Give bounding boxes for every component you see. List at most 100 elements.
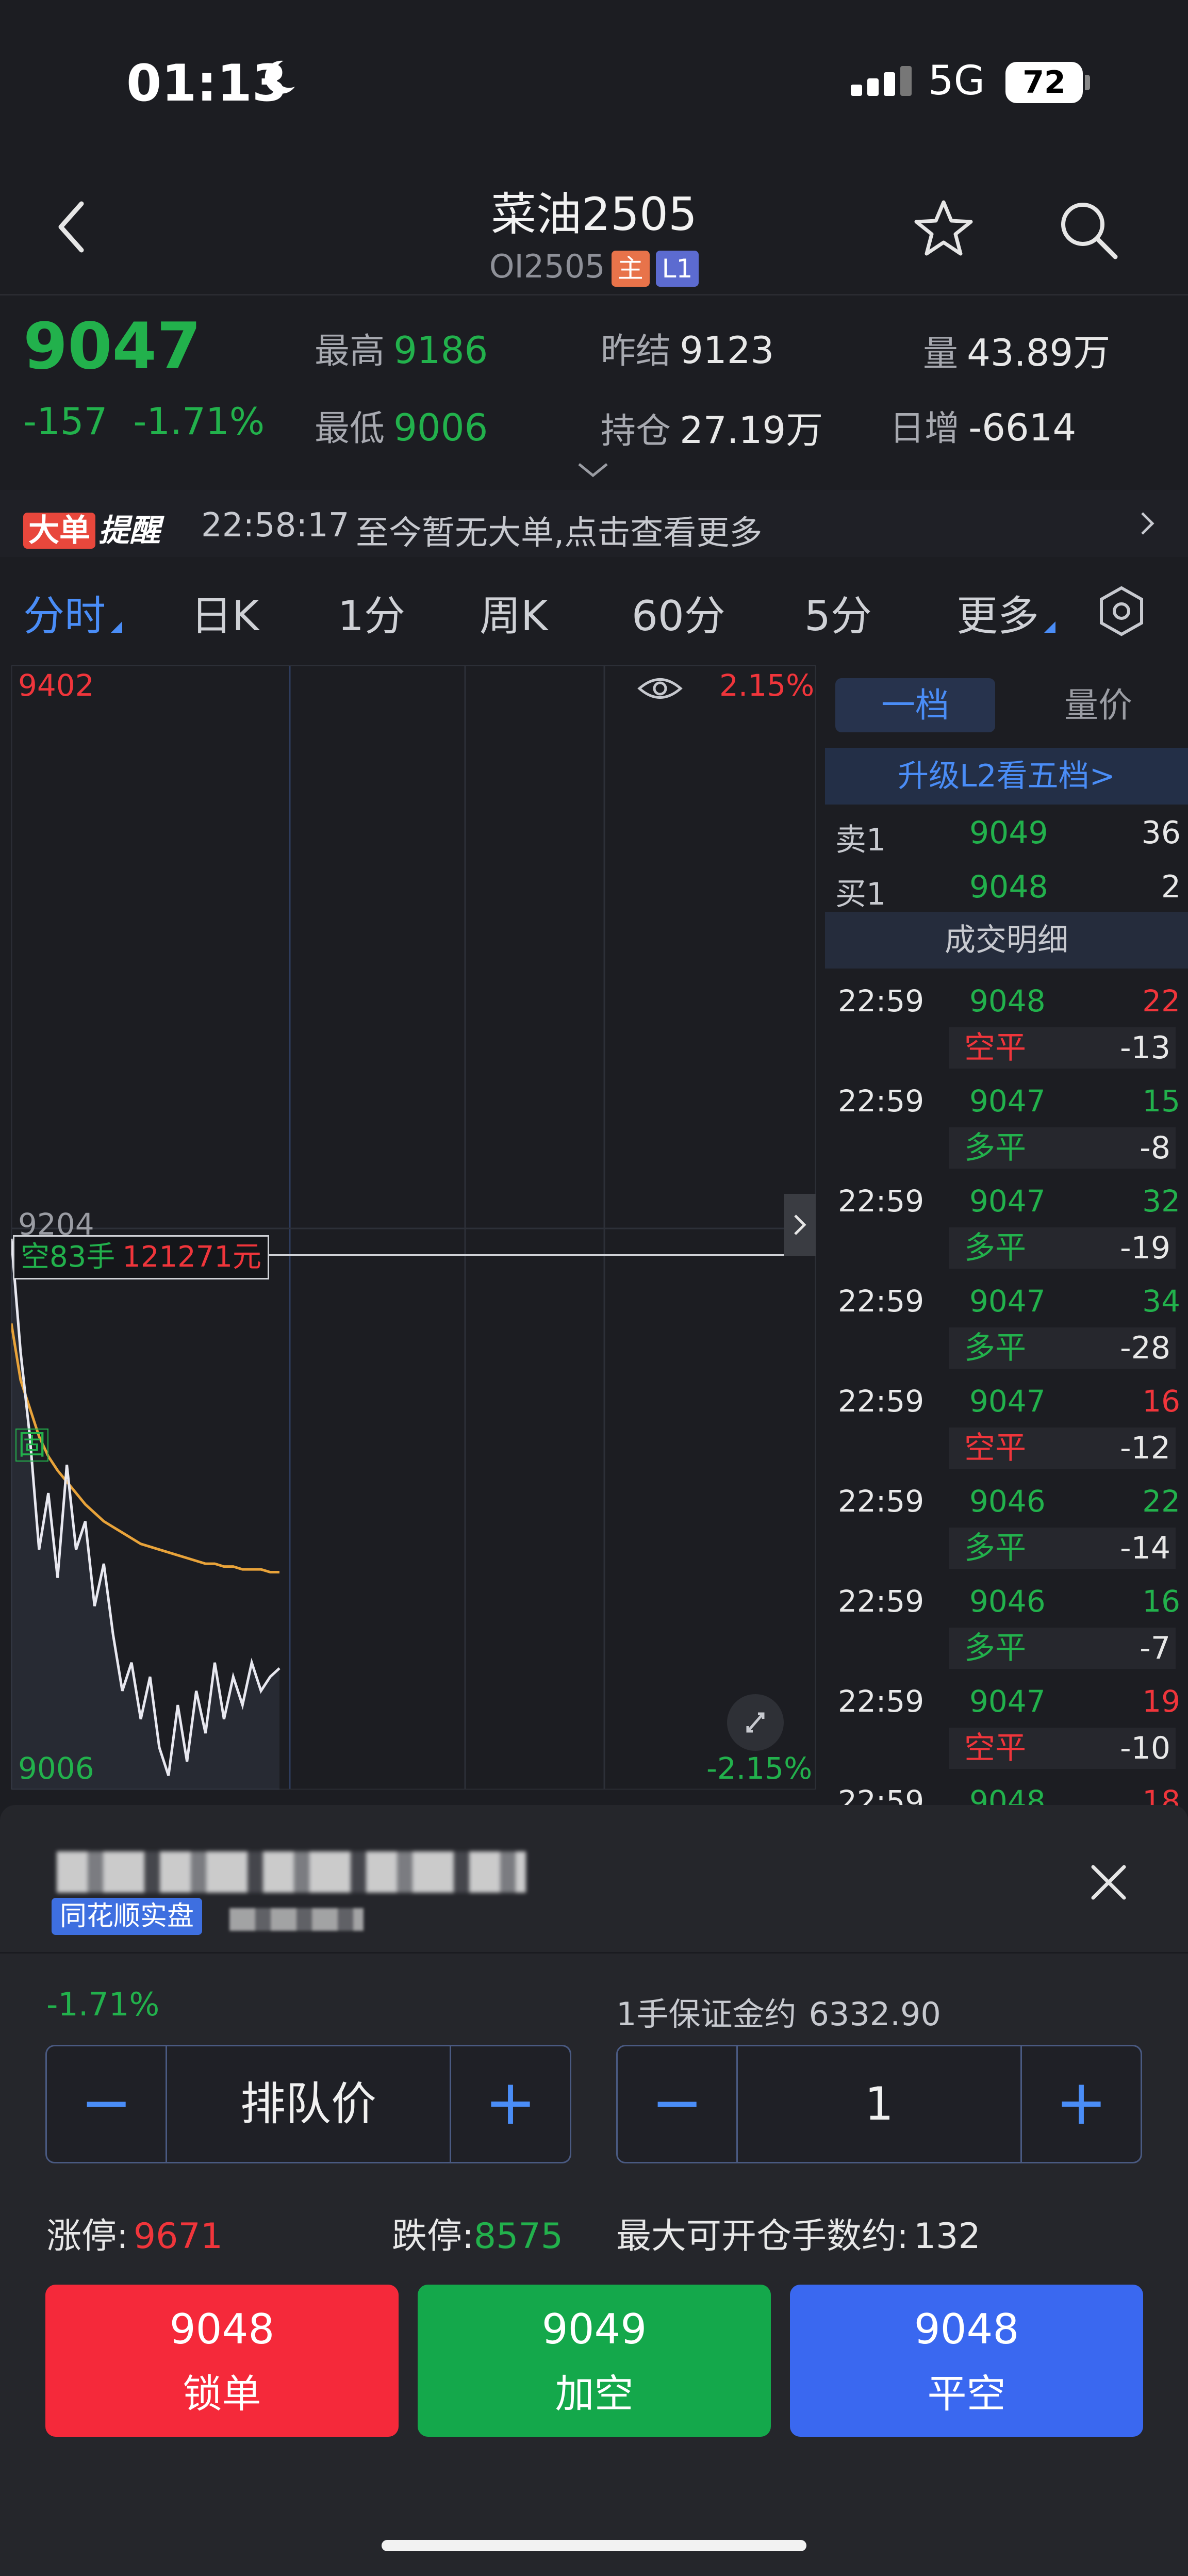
- axis-price-top: 9402: [18, 668, 94, 703]
- tab-weekly-k[interactable]: 周K: [480, 583, 548, 643]
- upgrade-l2-link[interactable]: 升级L2看五档>: [825, 748, 1188, 805]
- tab-more-dropdown-indicator: [1044, 621, 1055, 633]
- position-line: [253, 1254, 815, 1256]
- low-label: 最低: [315, 408, 385, 449]
- tab-volume-price[interactable]: 量价: [1021, 678, 1176, 732]
- trade-oi-delta: -12: [1120, 1430, 1170, 1466]
- block-order-badge: 大单 提醒: [23, 505, 160, 549]
- search-icon[interactable]: [1054, 196, 1121, 263]
- favorite-star-icon[interactable]: [910, 196, 977, 263]
- settings-hexagon-icon[interactable]: [1093, 583, 1150, 639]
- trade-type-row: 空平 -12: [949, 1428, 1176, 1469]
- trade-qty: 15: [1142, 1084, 1180, 1119]
- chart-background: [11, 665, 816, 1790]
- tab-intraday[interactable]: 分时: [23, 583, 106, 643]
- limit-down-value: 8575: [473, 2216, 563, 2257]
- price-increase-button[interactable]: +: [451, 2046, 570, 2162]
- tab-dropdown-indicator: [111, 621, 122, 633]
- trade-type-row: 多平 -8: [949, 1127, 1176, 1169]
- close-short-button[interactable]: 9048 平空: [790, 2285, 1143, 2437]
- trade-type: 多平: [964, 1130, 1026, 1166]
- quantity-increase-button[interactable]: +: [1022, 2046, 1141, 2162]
- daily-change-stat: 日增 -6614: [889, 400, 1076, 451]
- chevron-right-icon: [1141, 512, 1154, 535]
- bid-label: 买1: [835, 876, 886, 912]
- limit-up: 涨停: 9671: [46, 2207, 223, 2258]
- main-contract-tag: 主: [611, 250, 650, 287]
- quantity-field[interactable]: 1: [736, 2046, 1022, 2162]
- price-decrease-button[interactable]: −: [47, 2046, 166, 2162]
- trade-type-row: 空平 -13: [949, 1027, 1176, 1069]
- trade-oi-delta: -8: [1140, 1130, 1170, 1166]
- fullscreen-icon[interactable]: [727, 1694, 784, 1751]
- chart-side-toggle[interactable]: [784, 1194, 816, 1256]
- close-icon[interactable]: [1083, 1857, 1134, 1908]
- tab-5min[interactable]: 5分: [804, 583, 872, 643]
- margin-info: 1手保证金约 6332.90: [616, 1988, 941, 2034]
- prev-settle-stat: 昨结 9123: [601, 322, 774, 373]
- lock-order-button[interactable]: 9048 锁单: [45, 2285, 399, 2437]
- eye-icon[interactable]: [637, 670, 683, 707]
- home-indicator[interactable]: [382, 2540, 806, 2551]
- trade-price: 9047: [969, 1184, 1046, 1219]
- trade-row: 22:59 9048 22: [825, 977, 1188, 1027]
- ask-row: 卖1 9049 36: [835, 810, 1181, 861]
- trade-price: 9046: [969, 1484, 1046, 1519]
- redacted-account-name: [57, 1851, 526, 1893]
- high-stat: 最高 9186: [315, 322, 488, 373]
- trade-type-row: 多平 -14: [949, 1528, 1176, 1569]
- position-qty: 空83手: [21, 1240, 116, 1274]
- network-label: 5G: [928, 58, 985, 104]
- trade-oi-delta: -7: [1140, 1630, 1170, 1666]
- trade-qty: 22: [1142, 1484, 1180, 1519]
- level-tag: L1: [655, 250, 699, 287]
- trade-time: 22:59: [838, 1684, 925, 1719]
- trade-type: 多平: [964, 1330, 1026, 1366]
- tab-daily-k[interactable]: 日K: [191, 583, 259, 643]
- trade-type: 多平: [964, 1230, 1026, 1266]
- button-price: 9048: [914, 2305, 1019, 2353]
- fixed-marker: 固: [15, 1429, 48, 1462]
- price-mode-field[interactable]: 排队价: [166, 2046, 451, 2162]
- low-stat: 最低 9006: [315, 400, 488, 451]
- trade-row: 22:59 9047 16: [825, 1377, 1188, 1428]
- trade-oi-delta: -13: [1120, 1030, 1170, 1066]
- limit-up-label: 涨停:: [46, 2216, 128, 2257]
- open-interest-stat: 持仓 27.19万: [601, 400, 823, 454]
- trade-type: 空平: [964, 1730, 1026, 1766]
- bid-row: 买1 9048 2: [835, 864, 1181, 915]
- price-stepper: − 排队价 +: [45, 2045, 571, 2163]
- intraday-chart[interactable]: [11, 665, 816, 1790]
- prev-settle-value: 9123: [680, 329, 774, 372]
- change-percent: -1.71%: [133, 400, 265, 443]
- quantity-decrease-button[interactable]: −: [618, 2046, 736, 2162]
- add-short-button[interactable]: 9049 加空: [418, 2285, 771, 2437]
- trade-row: 22:59 9046 16: [825, 1578, 1188, 1628]
- tab-level1[interactable]: 一档: [835, 678, 995, 732]
- contract-subtitle: OI2505 主 L1: [0, 248, 1188, 287]
- bid-qty: 2: [1161, 869, 1181, 905]
- trade-time: 22:59: [838, 1184, 925, 1219]
- tab-more[interactable]: 更多: [956, 583, 1039, 643]
- prev-settle-label: 昨结: [601, 331, 671, 372]
- trade-qty: 16: [1142, 1384, 1180, 1419]
- trade-price: 9047: [969, 1084, 1046, 1119]
- open-interest-value: 27.19万: [680, 408, 823, 452]
- axis-pct-top: 2.15%: [719, 668, 815, 703]
- moon-icon: [265, 60, 295, 94]
- trade-price: 9047: [969, 1384, 1046, 1419]
- battery-tip: [1085, 75, 1090, 90]
- alert-badge-big: 大单: [23, 513, 95, 549]
- max-open-label: 最大可开仓手数约:: [616, 2216, 909, 2257]
- trade-detail-header: 成交明细: [825, 912, 1188, 969]
- alert-badge-remind: 提醒: [98, 513, 160, 549]
- trade-type-row: 多平 -7: [949, 1628, 1176, 1669]
- trade-row: 22:59 9046 22: [825, 1478, 1188, 1528]
- position-callout[interactable]: 空83手 121271元: [13, 1235, 270, 1279]
- trade-row: 22:59 9047 19: [825, 1678, 1188, 1728]
- tab-60min[interactable]: 60分: [632, 583, 725, 643]
- alert-time: 22:58:17: [201, 506, 350, 545]
- trade-price: 9047: [969, 1284, 1046, 1319]
- tab-1min[interactable]: 1分: [338, 583, 405, 643]
- expand-chevron-icon[interactable]: [575, 459, 611, 480]
